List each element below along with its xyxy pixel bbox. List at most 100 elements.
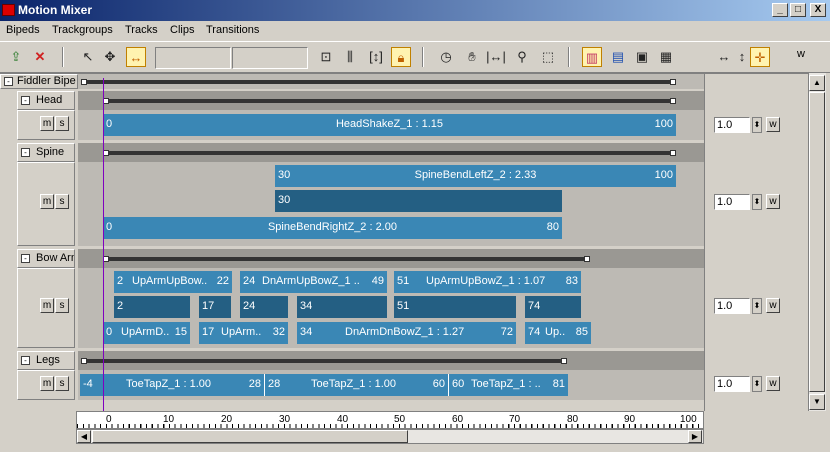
scroll-right-arrow-icon[interactable]: ▶ — [688, 430, 702, 443]
menu-transitions[interactable]: Transitions — [206, 24, 259, 36]
range-handle[interactable] — [670, 79, 676, 85]
biped-range-bar[interactable] — [84, 80, 674, 84]
snap-frames-icon[interactable]: ⫼ — [340, 47, 360, 67]
clip-headshake[interactable]: 0 HeadShakeZ_1 : 1.15 100 — [103, 114, 676, 136]
clip-toetap-a[interactable]: -4 ToeTapZ_1 : 1.00 28 — [80, 374, 264, 396]
zoom-icon[interactable]: ⚲ — [512, 47, 532, 67]
horizontal-arrows-icon[interactable]: ↔ — [714, 47, 734, 67]
pan-hand-icon[interactable]: ✋︎ — [462, 47, 482, 67]
clip-dnarmdnbow[interactable]: 34 DnArmDnBowZ_1 : 1.27 72 — [297, 322, 516, 344]
solo-button[interactable]: s — [55, 116, 69, 131]
menu-bipeds[interactable]: Bipeds — [6, 24, 40, 36]
mute-button[interactable]: m — [40, 116, 54, 131]
range-handle[interactable] — [584, 256, 590, 262]
weight-curve-button[interactable]: w — [766, 194, 780, 209]
mute-button[interactable]: m — [40, 194, 54, 209]
balance-icon[interactable]: ▦ — [656, 47, 676, 67]
clip-dnarmupbow[interactable]: 24 DnArmUpBowZ_1 .. 49 — [240, 271, 387, 293]
spinner-icon[interactable]: ⬍ — [752, 298, 762, 314]
collapse-icon[interactable]: - — [21, 148, 30, 157]
weight-curve-button[interactable]: w — [766, 298, 780, 313]
collapse-icon[interactable]: - — [21, 96, 30, 105]
lock-icon[interactable]: 🔒︎ — [391, 47, 411, 67]
clip-spinebendleft[interactable]: 30 SpineBendLeftZ_2 : 2.33 100 — [275, 165, 676, 187]
fit-range-icon[interactable]: ↔ — [126, 47, 146, 67]
legs-range-bar[interactable] — [84, 359, 564, 363]
weight-curve-button[interactable]: w — [766, 376, 780, 391]
scroll-up-arrow-icon[interactable]: ▲ — [809, 75, 825, 91]
time-ruler[interactable]: 0 10 20 30 40 50 60 70 80 90 100 — [76, 411, 704, 429]
range-handle[interactable] — [670, 98, 676, 104]
collapse-icon[interactable]: - — [21, 254, 30, 263]
toolbar-separator — [422, 47, 424, 67]
minimize-button[interactable]: _ — [772, 3, 788, 17]
move-icon[interactable]: ✥ — [100, 47, 120, 67]
clip-uparmupbow-b[interactable]: 51 UpArmUpBowZ_1 : 1.07 83 — [394, 271, 581, 293]
head-range-bar[interactable] — [106, 99, 674, 103]
title-bar[interactable] — [0, 0, 830, 21]
transition-bow-5[interactable]: 51 — [394, 296, 516, 318]
clip-up[interactable]: 74 Up.. 85 — [525, 322, 591, 344]
solo-button[interactable]: s — [55, 298, 69, 313]
weight-label: w — [797, 48, 805, 60]
select-arrow-icon[interactable]: ↖ — [78, 47, 98, 67]
range-handle[interactable] — [561, 358, 567, 364]
weight-input-bow-arm[interactable]: 1.0 — [714, 298, 750, 314]
weight-input-head[interactable]: 1.0 — [714, 117, 750, 133]
menu-clips[interactable]: Clips — [170, 24, 194, 36]
collapse-icon[interactable]: - — [21, 356, 30, 365]
range-handle[interactable] — [81, 79, 87, 85]
solo-button[interactable]: s — [55, 194, 69, 209]
transition-spine[interactable]: 30 — [275, 190, 562, 212]
weight-input-spine[interactable]: 1.0 — [714, 194, 750, 210]
vertical-arrows-icon[interactable]: ↕ — [732, 47, 752, 67]
clip-uparmupbow-a[interactable]: 2 UpArmUpBow.. 22 — [114, 271, 232, 293]
transition-bow-2[interactable]: 17 — [199, 296, 231, 318]
spinner-icon[interactable]: ⬍ — [752, 194, 762, 210]
clip-toetap-c[interactable]: 60 ToeTapZ_1 : .. 81 — [448, 374, 568, 396]
horizontal-scroll-thumb[interactable] — [92, 430, 408, 443]
collapse-icon[interactable]: - — [4, 77, 13, 86]
zoom-region-icon[interactable]: ⬚ — [538, 47, 558, 67]
trackgroup-view-icon[interactable]: ▥ — [582, 47, 602, 67]
clip-toetap-b[interactable]: 28 ToeTapZ_1 : 1.00 60 — [264, 374, 448, 396]
scale-icon[interactable]: [↕] — [366, 47, 386, 67]
transition-icon[interactable]: ⊡ — [316, 47, 336, 67]
mute-button[interactable]: m — [40, 376, 54, 391]
clip-uparm[interactable]: 17 UpArm.. 32 — [199, 322, 288, 344]
transition-bow-1[interactable]: 2 — [114, 296, 190, 318]
transition-bow-3[interactable]: 24 — [240, 296, 288, 318]
weight-curve-button[interactable]: w — [766, 117, 780, 132]
clip-spinebendright[interactable]: 0 SpineBendRightZ_2 : 2.00 80 — [103, 217, 562, 239]
maximize-button[interactable]: □ — [790, 3, 806, 17]
transition-bow-6[interactable]: 74 — [525, 296, 581, 318]
spinner-icon[interactable]: ⬍ — [752, 376, 762, 392]
close-button[interactable]: X — [810, 3, 826, 17]
move-all-icon[interactable]: ✛ — [750, 47, 770, 67]
menu-tracks[interactable]: Tracks — [125, 24, 158, 36]
add-track-icon[interactable]: ⇪ — [6, 47, 26, 67]
range-handle[interactable] — [81, 358, 87, 364]
time-field-start[interactable] — [155, 47, 231, 69]
scroll-left-arrow-icon[interactable]: ◀ — [77, 430, 91, 443]
time-slider-line[interactable] — [103, 78, 104, 411]
spine-range-bar[interactable] — [106, 151, 674, 155]
trackgroup-filter-icon[interactable]: ▤ — [608, 47, 628, 67]
clock-icon[interactable]: ◷ — [436, 47, 456, 67]
time-field-end[interactable] — [232, 47, 308, 69]
range-handle[interactable] — [670, 150, 676, 156]
clip-uparmdn[interactable]: 0 UpArmD.. 15 — [103, 322, 190, 344]
transition-bow-4[interactable]: 34 — [297, 296, 387, 318]
mixer-view-icon[interactable]: ▣ — [632, 47, 652, 67]
vertical-scroll-thumb[interactable] — [809, 92, 825, 392]
solo-button[interactable]: s — [55, 376, 69, 391]
bow-arm-range-bar[interactable] — [106, 257, 586, 261]
spinner-icon[interactable]: ⬍ — [752, 117, 762, 133]
scroll-down-arrow-icon[interactable]: ▼ — [809, 394, 825, 410]
delete-icon[interactable]: ✕ — [30, 47, 50, 67]
mute-button[interactable]: m — [40, 298, 54, 313]
toolbar-separator — [568, 47, 570, 67]
menu-trackgroups[interactable]: Trackgroups — [52, 24, 113, 36]
zoom-extents-icon[interactable]: |↔| — [486, 47, 506, 67]
weight-input-legs[interactable]: 1.0 — [714, 376, 750, 392]
